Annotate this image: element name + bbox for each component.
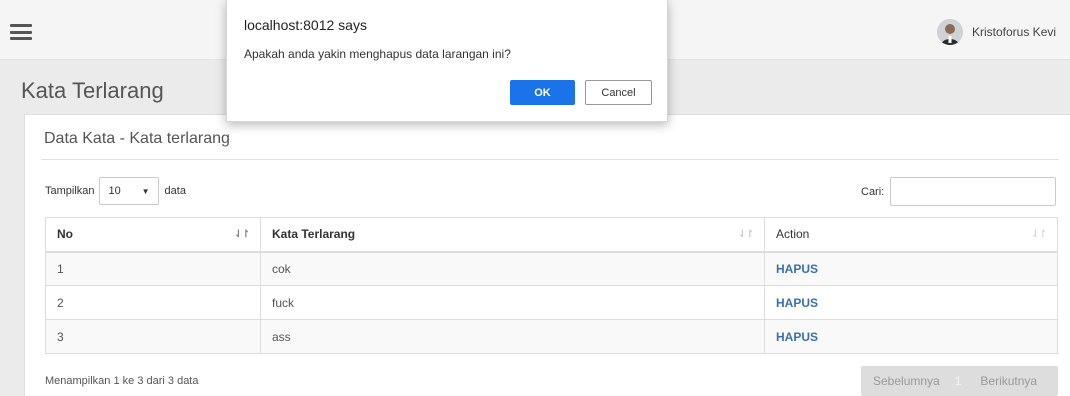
avatar: [937, 19, 963, 45]
column-header-no-label: No: [57, 227, 73, 242]
divider: [41, 159, 1059, 160]
column-header-kata[interactable]: Kata Terlarang ⇃↾: [260, 217, 765, 253]
column-header-action[interactable]: Action ⇃↾: [764, 217, 1058, 253]
caret-down-icon: ▼: [141, 186, 150, 196]
table-row: 3 ass HAPUS: [45, 319, 1058, 354]
delete-link[interactable]: HAPUS: [764, 319, 1058, 354]
length-suffix-label: data: [164, 185, 186, 197]
search-control: Cari:: [861, 177, 1057, 206]
cell-no: 1: [45, 251, 261, 286]
cell-no: 3: [45, 319, 261, 354]
sort-icon: ⇃↾: [738, 229, 754, 240]
table-header-row: No ⇃↾ Kata Terlarang ⇃↾ Action ⇃↾: [45, 217, 1058, 253]
search-input[interactable]: [890, 177, 1057, 206]
card-title: Data Kata - Kata terlarang: [44, 130, 230, 147]
length-prefix-label: Tampilkan: [45, 185, 95, 197]
table-row: 2 fuck HAPUS: [45, 285, 1058, 320]
hamburger-menu-icon[interactable]: [10, 24, 32, 40]
page-length-value: 10: [108, 185, 121, 197]
table-info: Menampilkan 1 ke 3 dari 3 data: [45, 375, 199, 387]
column-header-no[interactable]: No ⇃↾: [45, 217, 261, 253]
ok-button[interactable]: OK: [510, 80, 575, 105]
confirm-dialog: localhost:8012 says Apakah anda yakin me…: [226, 0, 668, 122]
cancel-button[interactable]: Cancel: [585, 80, 652, 105]
cell-kata: ass: [260, 319, 765, 354]
pagination-page-1[interactable]: 1: [940, 374, 962, 388]
page-length-select[interactable]: 10 ▼: [98, 177, 159, 205]
page-title: Kata Terlarang: [21, 78, 164, 103]
user-name: Kristoforus Kevi: [972, 25, 1057, 39]
dialog-title: localhost:8012 says: [244, 17, 367, 33]
column-header-kata-label: Kata Terlarang: [272, 227, 356, 242]
page-length-control: Tampilkan 10 ▼ data: [45, 177, 186, 205]
user-menu[interactable]: Kristoforus Kevi: [937, 18, 1070, 46]
sort-icon: ⇃↾: [1031, 229, 1047, 240]
delete-link[interactable]: HAPUS: [764, 251, 1058, 286]
pagination-previous-button[interactable]: Sebelumnya: [861, 374, 940, 388]
pagination-next-button[interactable]: Berikutnya: [961, 374, 1037, 388]
column-header-action-label: Action: [776, 227, 810, 242]
data-card: Data Kata - Kata terlarang Tampilkan 10 …: [24, 114, 1070, 396]
search-label: Cari:: [861, 185, 885, 198]
cell-no: 2: [45, 285, 261, 320]
table-row: 1 cok HAPUS: [45, 251, 1058, 286]
delete-link[interactable]: HAPUS: [764, 285, 1058, 320]
cell-kata: fuck: [260, 285, 765, 320]
cell-kata: cok: [260, 251, 765, 286]
sort-ascending-icon: ⇃↾: [234, 229, 250, 240]
dialog-message: Apakah anda yakin menghapus data laranga…: [244, 47, 511, 61]
pagination: Sebelumnya 1 Berikutnya: [861, 366, 1058, 396]
banned-words-table: No ⇃↾ Kata Terlarang ⇃↾ Action ⇃↾ 1 cok …: [45, 217, 1058, 354]
